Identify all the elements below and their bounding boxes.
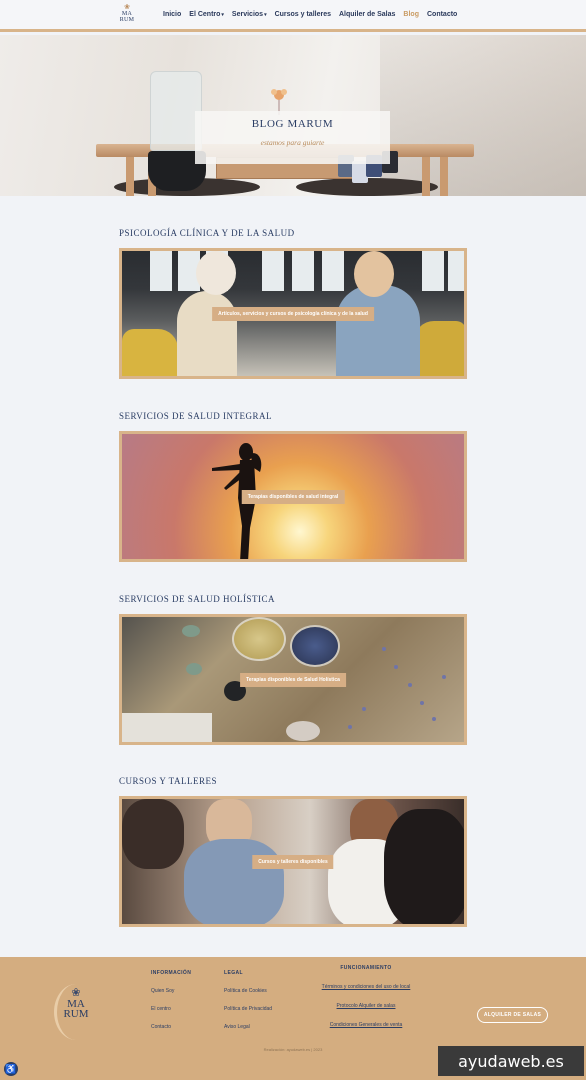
person-therapist-head bbox=[196, 251, 236, 295]
main-nav: Inicio El Centro▾ Servicios▾ Cursos y ta… bbox=[163, 11, 465, 18]
footer-link-condiciones[interactable]: Condiciones Generales de venta bbox=[306, 1022, 426, 1028]
hero-title: BLOG MARUM bbox=[251, 118, 334, 130]
hero-subtitle: estamos para guiarte bbox=[260, 138, 325, 147]
section-title-psicologia: PSICOLOGÍA CLÍNICA Y DE LA SALUD bbox=[119, 228, 295, 238]
nav-item-contacto[interactable]: Contacto bbox=[427, 11, 457, 18]
footer-link-cookies[interactable]: Política de Cookies bbox=[224, 988, 272, 994]
person-patient bbox=[336, 285, 420, 376]
chair-right bbox=[414, 321, 464, 376]
person-patient-head bbox=[354, 251, 394, 297]
lavender-bud bbox=[348, 725, 352, 729]
footer-link-contacto[interactable]: Contacto bbox=[151, 1024, 191, 1030]
footer-link-aviso-legal[interactable]: Aviso Legal bbox=[224, 1024, 272, 1030]
lavender-bud bbox=[394, 665, 398, 669]
card-psicologia[interactable]: Artículos, servicios y cursos de psicolo… bbox=[119, 248, 467, 379]
person-therapist bbox=[177, 291, 237, 376]
window-pane bbox=[292, 251, 314, 291]
footer-link-el-centro[interactable]: El centro bbox=[151, 1006, 191, 1012]
footer-heading: FUNCIONAMIENTO bbox=[340, 965, 392, 971]
nav-item-el-centro[interactable]: El Centro▾ bbox=[189, 11, 224, 18]
person-left-head bbox=[122, 799, 184, 869]
accessibility-icon[interactable]: ♿ bbox=[4, 1062, 18, 1076]
card-cursos[interactable]: Cursos y talleres disponibles bbox=[119, 796, 467, 927]
card-caption[interactable]: Terapias disponibles de salud integral bbox=[241, 489, 345, 504]
section-title-salud-holistica: SERVICIOS DE SALUD HOLÍSTICA bbox=[119, 594, 276, 604]
footer-link-terminos[interactable]: Términos y condiciones del uso de local bbox=[306, 984, 426, 990]
lavender-bud bbox=[432, 717, 436, 721]
leaf bbox=[182, 625, 200, 637]
table-leg bbox=[440, 157, 448, 196]
lavender-bud bbox=[408, 683, 412, 687]
nav-label: Contacto bbox=[426, 11, 458, 18]
watermark: ayudaweb.es bbox=[438, 1046, 584, 1076]
lavender-bud bbox=[382, 647, 386, 651]
book bbox=[122, 713, 212, 742]
chevron-down-icon: ▾ bbox=[264, 12, 267, 18]
hero-title-box: BLOG MARUM estamos para guiarte bbox=[195, 111, 390, 164]
nav-item-alquiler[interactable]: Alquiler de Salas bbox=[339, 11, 395, 18]
alquiler-salas-button[interactable]: ALQUILER DE SALAS bbox=[477, 1007, 548, 1023]
site-header: ❀ MA RUM Inicio El Centro▾ Servicios▾ Cu… bbox=[0, 0, 586, 32]
window-pane bbox=[422, 251, 444, 291]
window-pane bbox=[448, 251, 464, 291]
footer-link-privacidad[interactable]: Política de Privacidad bbox=[224, 1006, 272, 1012]
card-salud-holistica[interactable]: Terapias disponibles de Salud Holística bbox=[119, 614, 467, 745]
nav-label: Cursos y talleres bbox=[274, 11, 331, 18]
window-pane bbox=[322, 251, 344, 291]
card-salud-integral[interactable]: Terapias disponibles de salud integral bbox=[119, 431, 467, 562]
window-pane bbox=[262, 251, 284, 291]
nav-label: El Centro bbox=[189, 11, 221, 18]
footer-heading: LEGAL bbox=[224, 970, 243, 976]
site-logo[interactable]: ❀ MA RUM bbox=[116, 4, 138, 28]
section-title-salud-integral: SERVICIOS DE SALUD INTEGRAL bbox=[119, 411, 273, 421]
footer-col-legal: LEGAL Política de Cookies Política de Pr… bbox=[224, 970, 272, 1030]
card-caption[interactable]: Terapias disponibles de Salud Holística bbox=[240, 672, 346, 687]
bowl-flowers bbox=[290, 625, 340, 667]
footer-heading: INFORMACIÓN bbox=[151, 970, 192, 976]
lavender-bud bbox=[420, 701, 424, 705]
footer-link-quien-soy[interactable]: Quien Soy bbox=[151, 988, 191, 994]
footer-link-protocolo[interactable]: Protocolo Alquiler de salas bbox=[306, 1003, 426, 1009]
nav-label: Blog bbox=[403, 11, 419, 18]
nav-item-blog[interactable]: Blog bbox=[403, 11, 419, 18]
nav-item-inicio[interactable]: Inicio bbox=[163, 11, 181, 18]
footer-col-funcionamiento: FUNCIONAMIENTO Términos y condiciones de… bbox=[306, 965, 426, 1028]
section-title-cursos: CURSOS Y TALLERES bbox=[119, 776, 217, 786]
lavender-bud bbox=[362, 707, 366, 711]
lotus-icon: ❀ bbox=[124, 4, 130, 11]
bowl-herbs bbox=[232, 617, 286, 661]
person-foreground bbox=[384, 809, 464, 924]
nav-label: Inicio bbox=[163, 11, 182, 18]
card-caption[interactable]: Cursos y talleres disponibles bbox=[252, 854, 334, 869]
footer-logo[interactable]: ❀ MA RUM bbox=[54, 984, 98, 1040]
person-center-body bbox=[184, 839, 284, 924]
nav-item-cursos[interactable]: Cursos y talleres bbox=[275, 11, 331, 18]
nav-item-servicios[interactable]: Servicios▾ bbox=[232, 11, 267, 18]
footer-col-informacion: INFORMACIÓN Quien Soy El centro Contacto bbox=[151, 970, 191, 1030]
table-leg bbox=[422, 157, 430, 196]
nav-label: Alquiler de Salas bbox=[339, 11, 396, 18]
window-pane bbox=[150, 251, 172, 291]
hero-banner: BLOG MARUM estamos para guiarte bbox=[0, 35, 586, 196]
leaf bbox=[186, 663, 202, 675]
chevron-down-icon: ▾ bbox=[221, 12, 224, 18]
moon-icon bbox=[54, 984, 98, 1040]
logo-line-2: RUM bbox=[119, 17, 135, 23]
card-caption[interactable]: Artículos, servicios y cursos de psicolo… bbox=[212, 306, 374, 321]
nav-label: Servicios bbox=[231, 11, 264, 18]
lavender-bud bbox=[442, 675, 446, 679]
table-leg bbox=[126, 157, 134, 196]
chair-left bbox=[122, 329, 178, 376]
crystal bbox=[286, 721, 320, 741]
